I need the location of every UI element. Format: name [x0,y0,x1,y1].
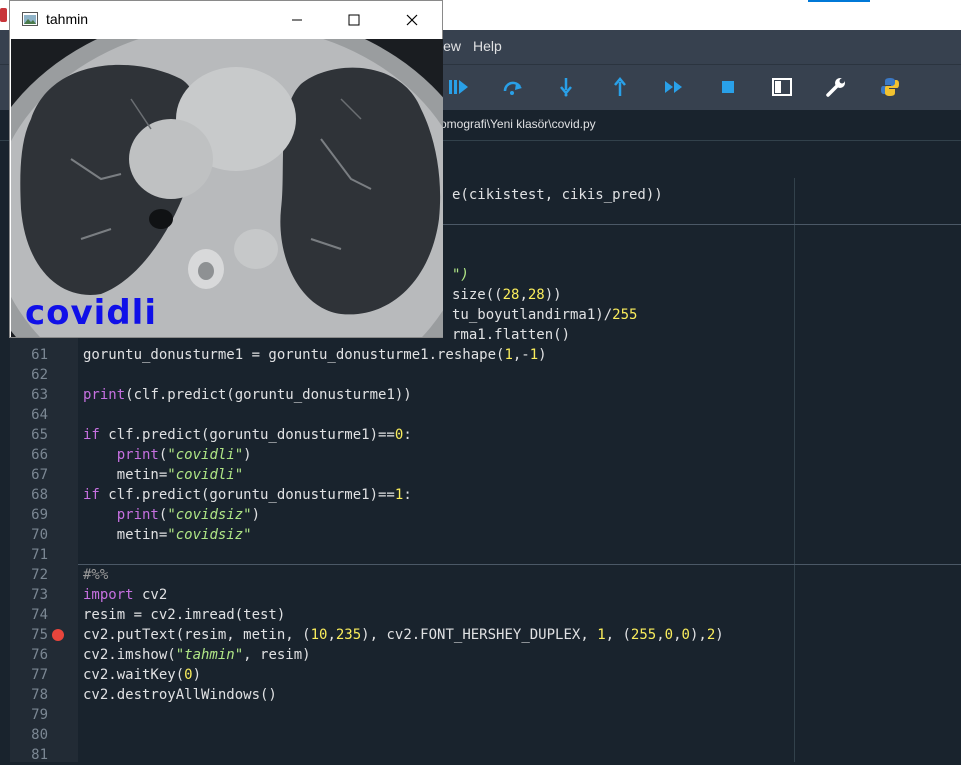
edge-line [794,178,795,762]
line-number: 79 [31,707,48,723]
line-number: 81 [31,747,48,763]
code-line: metin="covidli" [83,467,244,483]
line-number: 77 [31,667,48,683]
menu-help[interactable]: Help [473,38,502,54]
code-line: ") [452,265,469,285]
line-number: 76 [31,647,48,663]
code-line: tu_boyutlandirma1)/255 [452,307,638,323]
maximize-pane-button[interactable] [764,69,800,105]
line-number: 68 [31,487,48,503]
code-line: goruntu_donusturme1 = goruntu_donusturme… [83,347,547,363]
minimize-button[interactable] [274,1,320,38]
line-number: 71 [31,547,48,563]
image-window-title: tahmin [46,11,89,27]
minimize-icon [292,19,302,20]
continue-button[interactable] [441,69,477,105]
preferences-button[interactable] [818,69,854,105]
code-fragment: e(cikistest, cikis_pred)) [452,187,663,203]
step-into-button[interactable] [548,69,584,105]
line-number: 74 [31,607,48,623]
line-number: 67 [31,467,48,483]
line-number: 61 [31,347,48,363]
breakpoint-marker[interactable] [52,629,64,641]
title-accent [808,0,870,2]
code-line: cv2.destroyAllWindows() [83,687,277,703]
python-path-button[interactable] [872,69,908,105]
spyder-app-icon [0,8,7,22]
maximize-icon [348,14,360,25]
window-app-icon [22,12,38,26]
code-line: print("covidli") [116,447,252,463]
line-number: 62 [31,367,48,383]
code-line: print("covidsiz") [116,507,261,523]
line-number: 69 [31,507,48,523]
close-button[interactable] [389,1,435,38]
line-number: 73 [31,587,48,603]
code-line: print(clf.predict(goruntu_donusturme1)) [83,387,412,403]
ct-scan-image: covidli [11,39,443,337]
step-return-icon [614,77,626,96]
stop-button[interactable] [710,69,746,105]
code-line: cv2.imshow("tahmin", resim) [83,647,311,663]
prediction-label: covidli [25,293,157,333]
code-line: cv2.putText(resim, metin, (10,235), cv2.… [83,627,724,643]
menu-view[interactable]: iew [440,38,461,54]
image-window-titlebar[interactable]: tahmin [10,1,442,38]
code-line: if clf.predict(goruntu_donusturme1)==0: [83,427,412,443]
step-into-icon [560,78,572,97]
line-number: 78 [31,687,48,703]
code-line: e(cikistest, cikis_pred)) [452,185,663,205]
code-line: if clf.predict(goruntu_donusturme1)==1: [83,487,412,503]
line-number: 64 [31,407,48,423]
code-line: size((28,28)) [452,287,562,303]
line-number: 65 [31,427,48,443]
file-path: omografi\Yeni klasör\covid.py [440,117,596,131]
step-return-button[interactable] [602,69,638,105]
line-number: 63 [31,387,48,403]
code-line: rma1.flatten() [452,327,571,343]
line-number: 75 [31,627,48,643]
image-window[interactable]: tahmin covidli [9,0,443,338]
code-line: cv2.waitKey(0) [83,667,202,683]
preferences-icon [826,78,845,97]
step-over-button[interactable] [495,69,531,105]
cell-separator [78,564,961,565]
close-icon [406,14,418,25]
code-fragment: ") [452,267,469,283]
stop-icon [722,81,734,93]
code-line: import cv2 [83,587,168,603]
fast-forward-icon [665,81,682,93]
python-path-icon [881,78,899,96]
line-number: 80 [31,727,48,743]
code-line: resim = cv2.imread(test) [83,607,286,623]
code-line: metin="covidsiz" [83,527,252,543]
fast-forward-button[interactable] [656,69,692,105]
line-number: 72 [31,567,48,583]
step-over-icon [503,81,522,95]
line-number: 70 [31,527,48,543]
maximize-button[interactable] [331,1,377,38]
continue-icon [449,80,468,94]
code-line: #%% [83,567,109,583]
line-number: 66 [31,447,48,463]
maximize-pane-icon [772,78,792,96]
